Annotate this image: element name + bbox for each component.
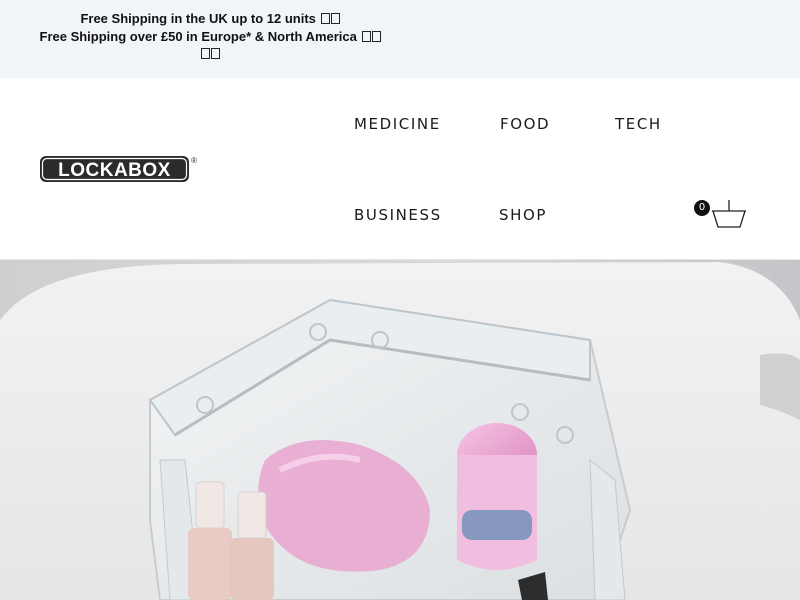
logo[interactable]: LOCKABOX ® bbox=[40, 155, 198, 185]
announcement-text: Free Shipping in the UK up to 12 units F… bbox=[20, 10, 400, 63]
flag-icon bbox=[330, 13, 340, 24]
svg-text:LOCKABOX: LOCKABOX bbox=[58, 160, 171, 181]
nav-medicine[interactable]: MEDICINE bbox=[354, 115, 441, 133]
nav-tech[interactable]: TECH bbox=[615, 115, 662, 133]
nav-food[interactable]: FOOD bbox=[500, 115, 550, 133]
cart-count-badge: 0 bbox=[694, 200, 710, 216]
site-header: LOCKABOX ® MEDICINE FOOD TECH BUSINESS S… bbox=[0, 78, 800, 260]
flag-icon bbox=[201, 48, 210, 59]
lockabox-logo: LOCKABOX ® bbox=[40, 156, 197, 182]
nav-business[interactable]: BUSINESS bbox=[354, 206, 442, 224]
flag-icon bbox=[361, 30, 371, 42]
announcement-bar: Free Shipping in the UK up to 12 units F… bbox=[0, 0, 800, 78]
flag-icon bbox=[211, 48, 220, 59]
product-photo bbox=[0, 260, 800, 600]
nav-shop[interactable]: SHOP bbox=[499, 206, 547, 224]
flag-icon bbox=[371, 30, 381, 42]
basket-icon bbox=[712, 200, 746, 228]
svg-text:®: ® bbox=[191, 156, 197, 165]
cart-button[interactable]: 0 bbox=[694, 198, 748, 232]
hero-image bbox=[0, 260, 800, 600]
flag-icon bbox=[320, 13, 330, 24]
announcement-line-europe: Free Shipping over £50 in Europe* & Nort… bbox=[39, 28, 357, 44]
announcement-line-uk: Free Shipping in the UK up to 12 units bbox=[80, 11, 316, 26]
